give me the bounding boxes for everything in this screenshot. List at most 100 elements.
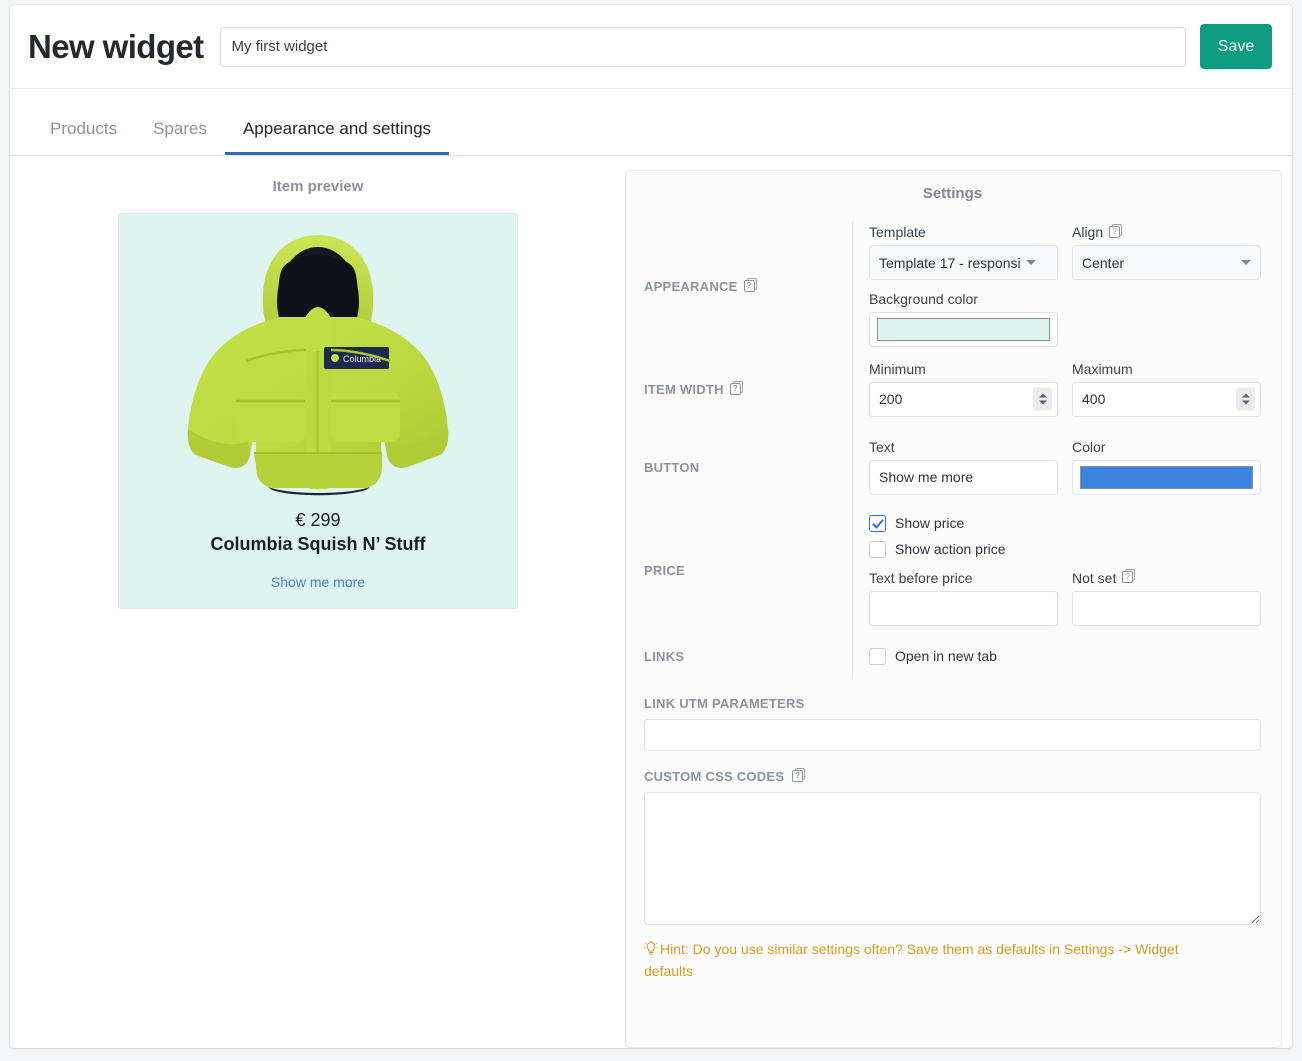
- chevron-down-icon: [1241, 400, 1250, 405]
- help-icon[interactable]: ?: [792, 768, 806, 783]
- custom-css-textarea[interactable]: [644, 792, 1261, 925]
- lightbulb-icon: [644, 941, 658, 955]
- tab-bar: Products Spares Appearance and settings: [10, 89, 1292, 156]
- template-field: Template Template 17 - responsi: [869, 225, 1058, 280]
- chevron-down-icon: [1038, 400, 1047, 405]
- section-item-width: ITEM WIDTH ? Minimum 200 Maximum 400: [644, 350, 1261, 428]
- open-in-new-tab-checkbox[interactable]: [869, 647, 886, 665]
- section-label-links: LINKS: [644, 634, 852, 678]
- custom-css-label-text: CUSTOM CSS CODES: [644, 769, 785, 784]
- not-set-label: Not set ?: [1072, 569, 1261, 585]
- help-icon[interactable]: ?: [1109, 223, 1123, 239]
- chevron-up-icon: [1241, 393, 1250, 398]
- preview-product-name: Columbia Squish N’ Stuff: [210, 534, 426, 554]
- links-fields: Open in new tab: [852, 634, 1261, 678]
- background-color-swatch: [877, 318, 1050, 341]
- hint-message: Hint: Do you use similar settings often?…: [644, 939, 1204, 982]
- item-preview-card: Columbia € 299 Columbia Squish N’ Stuff …: [118, 213, 518, 609]
- button-text-label: Text: [869, 438, 895, 455]
- align-select[interactable]: Center: [1072, 245, 1261, 280]
- section-label-appearance: APPEARANCE ?: [644, 222, 852, 350]
- price-fields: Show price Show action price Text before…: [852, 506, 1261, 634]
- page-header: New widget Save: [10, 5, 1292, 89]
- section-price: PRICE Show price Show action price Text …: [644, 506, 1261, 634]
- appearance-label-text: APPEARANCE: [644, 278, 738, 294]
- show-action-price-row[interactable]: Show action price: [869, 540, 1261, 558]
- item-width-fields: Minimum Maximum: [852, 350, 1261, 428]
- utm-block-label: LINK UTM PARAMETERS: [644, 696, 1261, 711]
- settings-panel: Settings APPEARANCE ? Template Template …: [625, 170, 1282, 1048]
- settings-title: Settings: [922, 185, 983, 202]
- section-label-price: PRICE: [644, 506, 852, 634]
- chevron-down-icon: [1025, 260, 1036, 265]
- preview-pane: Item preview Columbia € 299 Columbia Squ…: [20, 170, 616, 1048]
- button-fields: Text Color: [852, 428, 1261, 506]
- not-set-input[interactable]: [1072, 590, 1261, 626]
- body: Item preview Columbia € 299 Columbia Squ…: [10, 156, 1292, 1048]
- preview-show-me-more-link[interactable]: Show me more: [271, 574, 365, 590]
- help-icon[interactable]: ?: [743, 277, 757, 293]
- background-color-label: Background color: [869, 291, 978, 307]
- app-card: New widget Save Products Spares Appearan…: [10, 5, 1292, 1048]
- show-price-label: Show price: [895, 515, 965, 531]
- widget-name-input[interactable]: [219, 26, 1186, 67]
- open-in-new-tab-label: Open in new tab: [895, 648, 997, 664]
- preview-title: Item preview: [272, 178, 364, 195]
- show-price-checkbox[interactable]: [869, 514, 886, 532]
- align-label: Align ?: [1072, 223, 1261, 240]
- not-set-field: Not set ?: [1072, 569, 1261, 626]
- button-color-label: Color: [1072, 438, 1106, 455]
- button-color-swatch: [1080, 465, 1253, 489]
- template-label: Template: [869, 224, 926, 240]
- preview-price: € 299: [295, 510, 341, 530]
- chevron-down-icon: [1241, 260, 1251, 265]
- maximum-field: Maximum: [1072, 362, 1261, 417]
- align-label-text: Align: [1072, 224, 1104, 240]
- section-links: LINKS Open in new tab: [644, 634, 1261, 678]
- save-button[interactable]: Save: [1200, 24, 1272, 69]
- appearance-fields: Template Template 17 - responsi Align ?: [852, 222, 1261, 350]
- tab-products[interactable]: Products: [36, 120, 135, 155]
- button-color-field: Color: [1072, 440, 1261, 495]
- show-action-price-checkbox[interactable]: [869, 540, 886, 558]
- text-before-price-input[interactable]: [869, 590, 1058, 626]
- section-label-item-width: ITEM WIDTH ?: [644, 350, 852, 428]
- background-color-field: Background color: [869, 292, 1058, 347]
- utm-parameters-input[interactable]: [644, 719, 1261, 751]
- minimum-field: Minimum: [869, 362, 1058, 417]
- custom-css-block-label: CUSTOM CSS CODES ?: [644, 768, 1261, 784]
- button-text-input[interactable]: [869, 459, 1058, 495]
- template-select[interactable]: Template 17 - responsi: [869, 245, 1058, 280]
- show-price-row[interactable]: Show price: [869, 514, 1261, 532]
- tab-appearance-and-settings[interactable]: Appearance and settings: [224, 120, 450, 155]
- hint-text: Hint: Do you use similar settings often?…: [644, 941, 1179, 979]
- maximum-label: Maximum: [1072, 360, 1133, 377]
- item-width-label-text: ITEM WIDTH: [644, 381, 724, 397]
- minimum-stepper[interactable]: [1033, 387, 1052, 411]
- minimum-input[interactable]: [869, 381, 1058, 417]
- tab-spares[interactable]: Spares: [135, 120, 225, 155]
- template-value: Template 17 - responsi: [879, 254, 1021, 271]
- utm-label-text: LINK UTM PARAMETERS: [644, 696, 805, 711]
- help-icon[interactable]: ?: [729, 380, 743, 396]
- help-icon[interactable]: ?: [1122, 569, 1136, 584]
- background-color-picker[interactable]: [869, 312, 1058, 347]
- section-label-button: BUTTON: [644, 428, 852, 506]
- text-before-price-label: Text before price: [869, 569, 973, 586]
- price-label-text: PRICE: [644, 562, 685, 578]
- button-label-text: BUTTON: [644, 459, 700, 475]
- text-before-price-field: Text before price: [869, 571, 1058, 626]
- show-action-price-label: Show action price: [895, 541, 1006, 557]
- maximum-stepper[interactable]: [1236, 387, 1255, 411]
- button-text-field: Text: [869, 440, 1058, 495]
- button-color-picker[interactable]: [1072, 459, 1261, 495]
- links-label-text: LINKS: [644, 648, 685, 664]
- open-new-tab-row[interactable]: Open in new tab: [869, 647, 1261, 665]
- chevron-up-icon: [1038, 393, 1047, 398]
- maximum-input[interactable]: [1072, 381, 1261, 417]
- jacket-illustration: Columbia: [187, 235, 449, 496]
- section-button: BUTTON Text Color: [644, 428, 1261, 506]
- product-image: Columbia: [129, 228, 507, 502]
- section-appearance: APPEARANCE ? Template Template 17 - resp…: [644, 222, 1261, 350]
- align-field: Align ? Center: [1072, 223, 1261, 280]
